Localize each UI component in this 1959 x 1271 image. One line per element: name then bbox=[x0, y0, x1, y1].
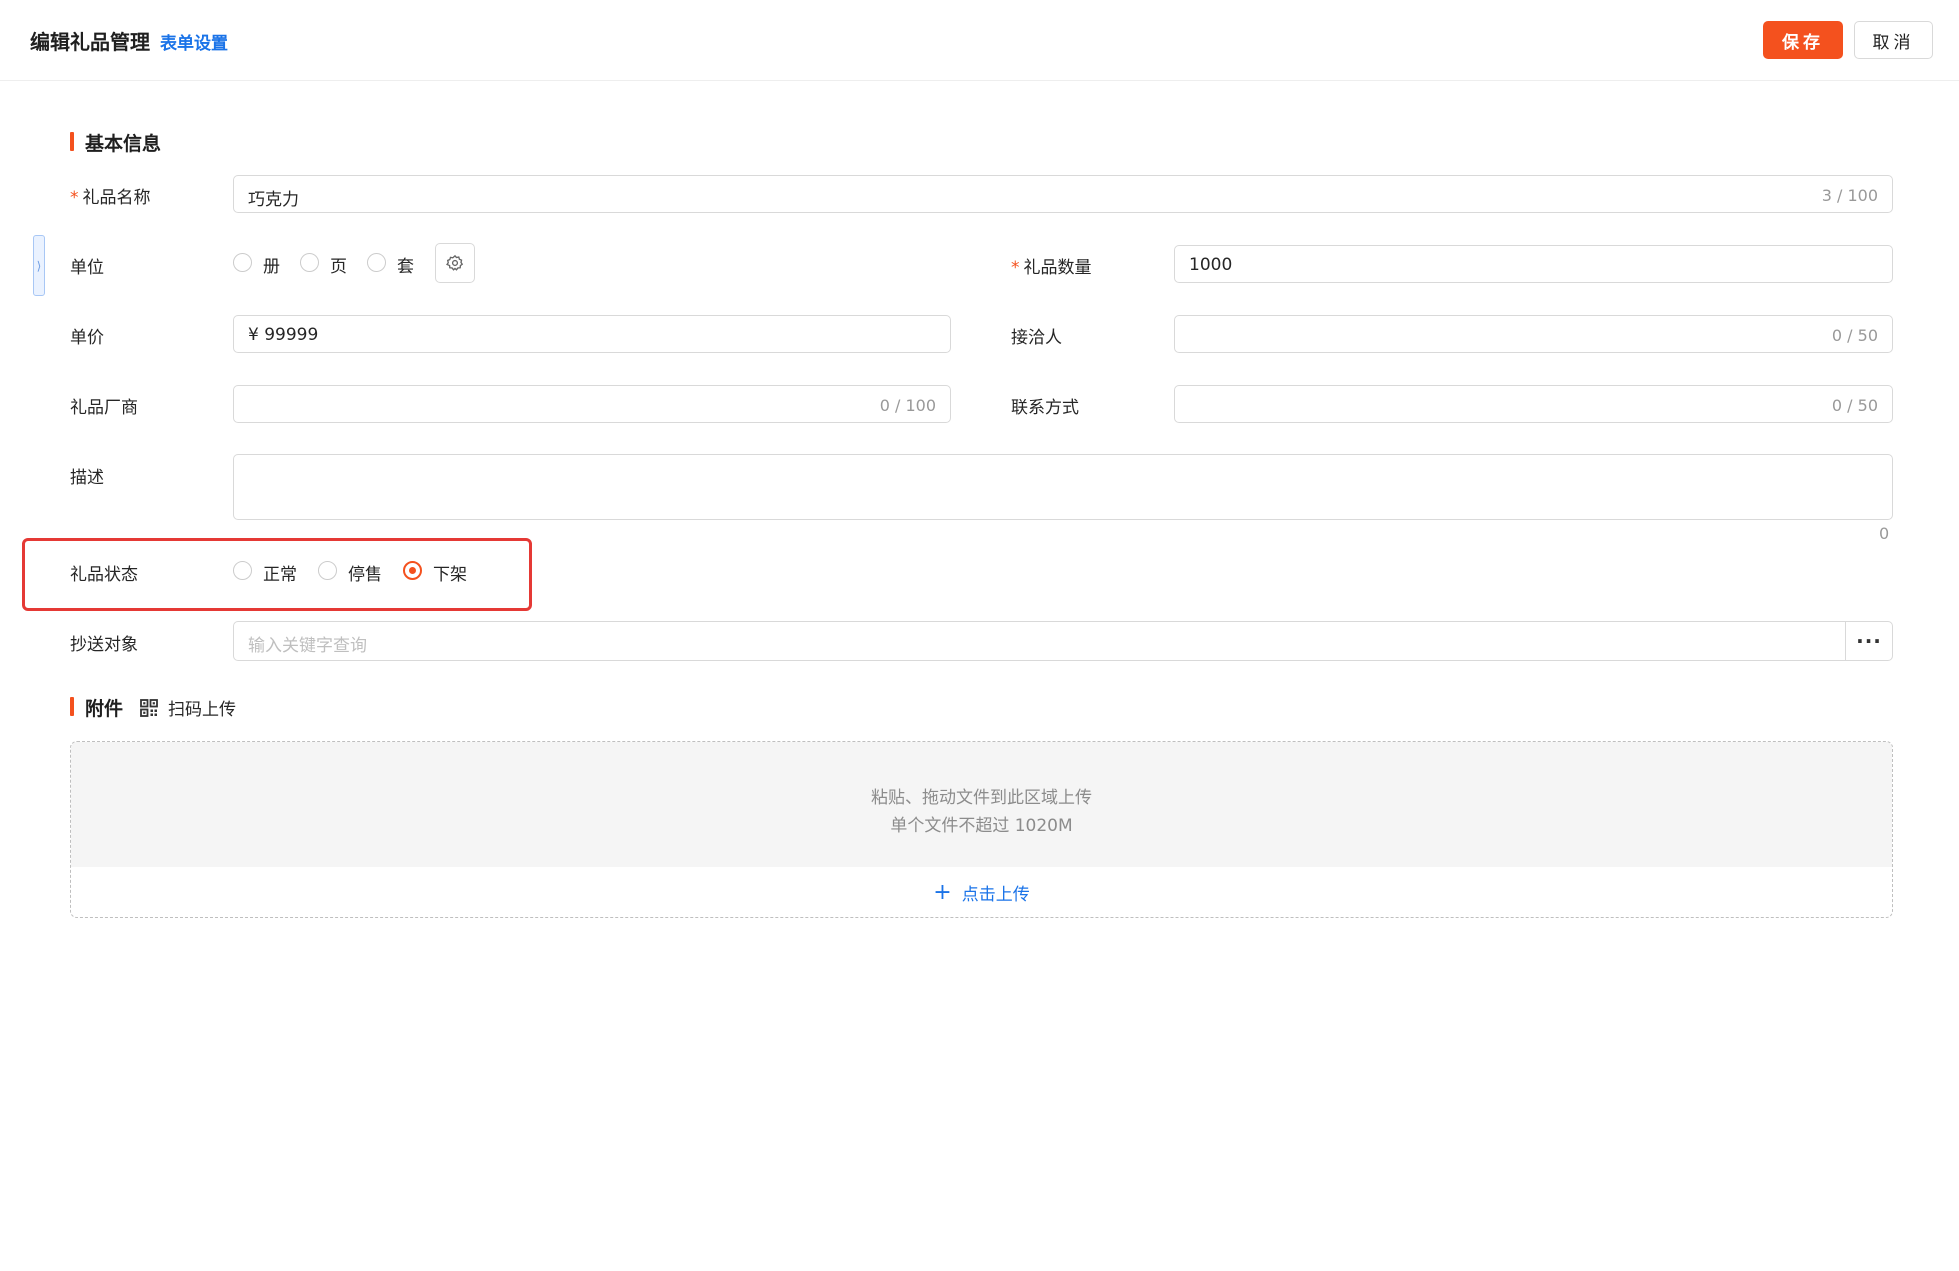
qr-code-icon bbox=[140, 698, 158, 717]
gift-name-value: 巧克力 bbox=[248, 190, 299, 210]
description-textarea[interactable] bbox=[233, 454, 1893, 520]
upload-dropzone[interactable]: 粘贴、拖动文件到此区域上传 单个文件不超过 1020M + 点击上传 bbox=[70, 741, 1893, 918]
cancel-button[interactable]: 取消 bbox=[1854, 21, 1933, 59]
cc-target-input[interactable]: 输入关键字查询 bbox=[233, 621, 1846, 661]
cc-target-more-button[interactable]: ··· bbox=[1845, 621, 1893, 661]
cc-target-label: 抄送对象 bbox=[70, 635, 138, 655]
status-option-stopped: 停售 bbox=[348, 565, 382, 585]
form-settings-link[interactable]: 表单设置 bbox=[160, 29, 228, 54]
receiver-counter: 0 / 50 bbox=[1831, 326, 1878, 345]
contact-counter: 0 / 50 bbox=[1831, 396, 1878, 415]
vendor-counter: 0 / 100 bbox=[879, 396, 936, 415]
gift-quantity-value: 1000 bbox=[1189, 255, 1233, 275]
status-radio-delisted[interactable] bbox=[403, 561, 422, 580]
gift-name-label: * 礼品名称 bbox=[70, 188, 151, 208]
gear-icon bbox=[446, 254, 464, 271]
gift-status-label: 礼品状态 bbox=[70, 565, 138, 585]
description-label: 描述 bbox=[70, 468, 104, 488]
cc-target-placeholder: 输入关键字查询 bbox=[248, 636, 367, 656]
vendor-label: 礼品厂商 bbox=[70, 398, 138, 418]
chevron-right-icon: ⟩ bbox=[36, 258, 42, 273]
scan-upload-button[interactable]: 扫码上传 bbox=[140, 695, 236, 720]
upload-drop-area[interactable]: 粘贴、拖动文件到此区域上传 单个文件不超过 1020M bbox=[71, 742, 1892, 867]
vendor-input[interactable]: 0 / 100 bbox=[233, 385, 951, 423]
upload-size-hint: 单个文件不超过 1020M bbox=[890, 816, 1073, 836]
gift-quantity-input[interactable]: 1000 bbox=[1174, 245, 1893, 283]
unit-radio-ye[interactable] bbox=[300, 253, 319, 272]
status-radio-normal[interactable] bbox=[233, 561, 252, 580]
required-mark: * bbox=[1011, 258, 1020, 278]
upload-drop-hint: 粘贴、拖动文件到此区域上传 bbox=[871, 788, 1092, 808]
gift-name-input[interactable]: 巧克力 3 / 100 bbox=[233, 175, 1893, 213]
unit-price-value: ¥ 99999 bbox=[248, 325, 319, 345]
click-upload-button[interactable]: + 点击上传 bbox=[71, 867, 1892, 917]
unit-option-ye: 页 bbox=[330, 257, 347, 277]
click-upload-label: 点击上传 bbox=[961, 885, 1030, 905]
unit-radio-ce[interactable] bbox=[233, 253, 252, 272]
gift-quantity-label: * 礼品数量 bbox=[1011, 258, 1092, 278]
more-dots-icon: ··· bbox=[1856, 629, 1882, 653]
section-title-basic-info: 基本信息 bbox=[70, 129, 161, 156]
contact-input[interactable]: 0 / 50 bbox=[1174, 385, 1893, 423]
description-counter: 0 bbox=[1879, 524, 1890, 543]
plus-icon: + bbox=[933, 879, 952, 905]
contact-label: 联系方式 bbox=[1011, 398, 1079, 418]
unit-option-ce: 册 bbox=[263, 257, 280, 277]
gift-name-counter: 3 / 100 bbox=[1821, 186, 1878, 205]
unit-option-tao: 套 bbox=[397, 257, 414, 277]
unit-price-input[interactable]: ¥ 99999 bbox=[233, 315, 951, 353]
section-title-attachment: 附件 bbox=[70, 694, 123, 721]
sidebar-expand-toggle[interactable]: ⟩ bbox=[33, 235, 45, 296]
unit-radio-tao[interactable] bbox=[367, 253, 386, 272]
status-option-delisted: 下架 bbox=[433, 565, 467, 585]
required-mark: * bbox=[70, 188, 79, 208]
scan-upload-label: 扫码上传 bbox=[168, 700, 236, 720]
unit-price-label: 单价 bbox=[70, 328, 104, 348]
unit-label: 单位 bbox=[70, 258, 104, 278]
unit-settings-button[interactable] bbox=[435, 243, 475, 283]
page-header: 编辑礼品管理 表单设置 保存 取消 bbox=[0, 0, 1959, 81]
status-option-normal: 正常 bbox=[263, 565, 297, 585]
page-title: 编辑礼品管理 bbox=[30, 30, 150, 54]
receiver-label: 接洽人 bbox=[1011, 328, 1062, 348]
save-button[interactable]: 保存 bbox=[1763, 21, 1843, 59]
receiver-input[interactable]: 0 / 50 bbox=[1174, 315, 1893, 353]
status-radio-stopped[interactable] bbox=[318, 561, 337, 580]
